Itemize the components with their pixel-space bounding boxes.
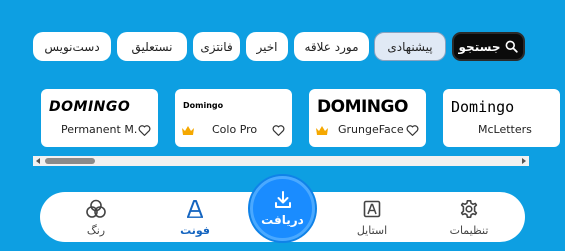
chip-label: پیشنهادی: [387, 39, 433, 54]
chip-label: دست‌نویس: [44, 39, 100, 54]
font-sample: DOMINGO: [49, 99, 131, 115]
chip-label: اخیر: [256, 39, 278, 54]
palette-icon: [85, 199, 107, 219]
font-list: DOMINGO Permanent M… Domingo Colo Pro DO…: [0, 89, 565, 149]
font-card[interactable]: DOMINGO GrungeFace: [309, 89, 426, 147]
chip-handwritten[interactable]: دست‌نویس: [33, 32, 111, 61]
search-button[interactable]: جستجو: [452, 32, 525, 61]
crown-icon: [316, 126, 328, 135]
font-card[interactable]: DOMINGO Permanent M…: [41, 89, 158, 147]
font-sample: Domingo: [183, 101, 224, 110]
nav-settings[interactable]: تنظیمات: [429, 192, 509, 242]
heart-icon[interactable]: [272, 124, 285, 137]
chip-label: نستعلیق: [131, 39, 173, 54]
nav-color[interactable]: رنگ: [56, 192, 136, 242]
chip-label: مورد علاقه: [304, 39, 359, 54]
download-label: دریافت: [261, 213, 304, 227]
font-name: McLetters: [478, 123, 532, 136]
search-icon: [506, 40, 519, 53]
style-icon: [363, 199, 381, 219]
chip-suggested[interactable]: پیشنهادی: [374, 32, 446, 61]
horizontal-scrollbar[interactable]: [33, 156, 529, 166]
nav-style-label: استایل: [356, 224, 388, 237]
font-sample: DOMINGO: [317, 97, 408, 117]
chip-recent[interactable]: اخیر: [246, 32, 288, 61]
gear-icon: [459, 199, 479, 219]
search-label: جستجو: [458, 39, 501, 54]
chip-nastaliq[interactable]: نستعلیق: [117, 32, 187, 61]
heart-icon[interactable]: [138, 124, 151, 137]
font-name: Colo Pro: [212, 123, 258, 136]
download-icon: [274, 191, 291, 208]
font-card[interactable]: Domingo Colo Pro: [175, 89, 292, 147]
nav-style[interactable]: استایل: [332, 192, 412, 242]
font-card[interactable]: Domingo McLetters: [443, 89, 560, 147]
filter-chip-row: دست‌نویس نستعلیق فانتزی اخیر مورد علاقه …: [0, 32, 565, 64]
crown-icon: [182, 126, 194, 135]
font-sample: Domingo: [451, 98, 515, 116]
nav-color-label: رنگ: [86, 224, 106, 237]
chip-label: فانتزی: [200, 39, 233, 54]
font-name: Permanent M…: [61, 123, 137, 136]
heart-icon[interactable]: [406, 124, 419, 137]
font-icon: [185, 199, 205, 219]
font-name: GrungeFace: [338, 123, 404, 136]
scroll-left-arrow-icon[interactable]: [36, 158, 40, 164]
scroll-right-arrow-icon[interactable]: [522, 158, 526, 164]
nav-settings-label: تنظیمات: [449, 224, 489, 237]
nav-font[interactable]: فونت: [155, 192, 235, 242]
scrollbar-thumb[interactable]: [45, 158, 95, 164]
chip-favorites[interactable]: مورد علاقه: [294, 32, 369, 61]
download-button[interactable]: دریافت: [250, 176, 315, 241]
chip-fantasy[interactable]: فانتزی: [193, 32, 240, 61]
nav-font-label: فونت: [180, 224, 210, 237]
